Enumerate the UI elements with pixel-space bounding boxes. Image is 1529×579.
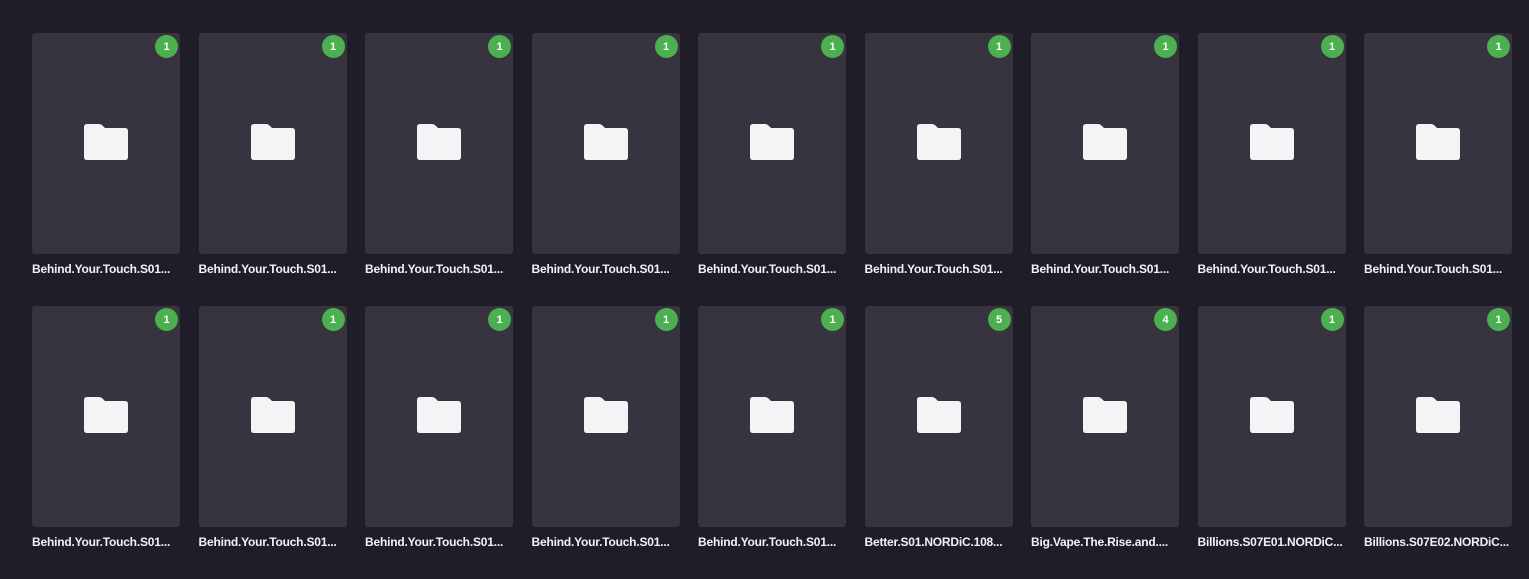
folder-grid: 1 Behind.Your.Touch.S01... 1 Behind.Your… — [32, 33, 1512, 579]
item-count-badge: 1 — [155, 35, 178, 58]
folder-icon — [750, 397, 794, 433]
folder-thumbnail[interactable]: 1 — [198, 306, 347, 527]
folder-item[interactable]: 1 Behind.Your.Touch.S01... — [198, 306, 347, 579]
folder-icon — [916, 397, 961, 433]
folder-name: Behind.Your.Touch.S01... — [531, 262, 670, 276]
item-count-badge: 1 — [1154, 35, 1177, 58]
folder-icon — [750, 124, 794, 160]
item-count-badge: 4 — [1154, 308, 1177, 331]
item-count-badge: 1 — [155, 308, 178, 331]
folder-thumbnail[interactable]: 1 — [198, 33, 347, 254]
folder-name: Billions.S07E01.NORDiC... — [1197, 535, 1343, 549]
folder-icon — [583, 397, 628, 433]
folder-icon — [1083, 124, 1127, 160]
folder-thumbnail[interactable]: 1 — [365, 306, 513, 527]
folder-icon — [250, 124, 295, 160]
folder-item[interactable]: 1 Behind.Your.Touch.S01... — [32, 33, 180, 306]
item-count-badge: 1 — [1487, 35, 1510, 58]
folder-name: Behind.Your.Touch.S01... — [198, 535, 337, 549]
folder-thumbnail[interactable]: 1 — [531, 306, 680, 527]
folder-thumbnail[interactable]: 1 — [32, 306, 180, 527]
folder-name: Behind.Your.Touch.S01... — [531, 535, 670, 549]
item-count-badge: 1 — [654, 35, 678, 58]
folder-item[interactable]: 1 Behind.Your.Touch.S01... — [32, 306, 180, 579]
item-count-badge: 1 — [321, 35, 345, 58]
folder-item[interactable]: 1 Behind.Your.Touch.S01... — [1197, 33, 1346, 306]
folder-icon — [84, 397, 128, 433]
item-count-badge: 1 — [1320, 35, 1344, 58]
folder-thumbnail[interactable]: 1 — [1031, 33, 1179, 254]
folder-item[interactable]: 1 Behind.Your.Touch.S01... — [531, 33, 680, 306]
folder-item[interactable]: 1 Behind.Your.Touch.S01... — [864, 33, 1013, 306]
folder-item[interactable]: 1 Billions.S07E01.NORDiC... — [1197, 306, 1346, 579]
folder-icon — [1416, 124, 1460, 160]
folder-thumbnail[interactable]: 1 — [531, 33, 680, 254]
folder-icon — [1249, 397, 1294, 433]
folder-name: Behind.Your.Touch.S01... — [32, 535, 171, 549]
folder-name: Behind.Your.Touch.S01... — [698, 262, 837, 276]
folder-name: Behind.Your.Touch.S01... — [864, 262, 1003, 276]
folder-thumbnail[interactable]: 1 — [698, 33, 846, 254]
folder-item[interactable]: 1 Behind.Your.Touch.S01... — [365, 306, 513, 579]
folder-icon — [1083, 397, 1127, 433]
item-count-badge: 1 — [488, 308, 511, 331]
folder-name: Behind.Your.Touch.S01... — [1197, 262, 1336, 276]
item-count-badge: 1 — [654, 308, 678, 331]
item-count-badge: 1 — [821, 35, 844, 58]
folder-icon — [417, 124, 461, 160]
item-count-badge: 1 — [1487, 308, 1510, 331]
folder-item[interactable]: 1 Behind.Your.Touch.S01... — [365, 33, 513, 306]
folder-thumbnail[interactable]: 1 — [1364, 33, 1512, 254]
folder-thumbnail[interactable]: 5 — [864, 306, 1013, 527]
folder-item[interactable]: 1 Billions.S07E02.NORDiC... — [1364, 306, 1512, 579]
folder-icon — [84, 124, 128, 160]
folder-item[interactable]: 1 Behind.Your.Touch.S01... — [1031, 33, 1179, 306]
folder-item[interactable]: 5 Better.S01.NORDiC.108... — [864, 306, 1013, 579]
folder-item[interactable]: 1 Behind.Your.Touch.S01... — [1364, 33, 1512, 306]
item-count-badge: 1 — [821, 308, 844, 331]
folder-name: Behind.Your.Touch.S01... — [32, 262, 171, 276]
folder-thumbnail[interactable]: 1 — [698, 306, 846, 527]
folder-thumbnail[interactable]: 1 — [1197, 33, 1346, 254]
folder-icon — [1416, 397, 1460, 433]
folder-name: Behind.Your.Touch.S01... — [198, 262, 337, 276]
folder-item[interactable]: 1 Behind.Your.Touch.S01... — [198, 33, 347, 306]
folder-thumbnail[interactable]: 1 — [32, 33, 180, 254]
item-count-badge: 1 — [1320, 308, 1344, 331]
item-count-badge: 1 — [488, 35, 511, 58]
folder-name: Better.S01.NORDiC.108... — [864, 535, 1003, 549]
folder-thumbnail[interactable]: 1 — [864, 33, 1013, 254]
folder-name: Behind.Your.Touch.S01... — [365, 535, 504, 549]
folder-name: Behind.Your.Touch.S01... — [365, 262, 504, 276]
folder-thumbnail[interactable]: 1 — [1197, 306, 1346, 527]
folder-name: Behind.Your.Touch.S01... — [1031, 262, 1170, 276]
folder-icon — [916, 124, 961, 160]
folder-item[interactable]: 4 Big.Vape.The.Rise.and.... — [1031, 306, 1179, 579]
folder-thumbnail[interactable]: 1 — [1364, 306, 1512, 527]
folder-item[interactable]: 1 Behind.Your.Touch.S01... — [698, 306, 846, 579]
folder-icon — [417, 397, 461, 433]
folder-name: Behind.Your.Touch.S01... — [1364, 262, 1503, 276]
folder-thumbnail[interactable]: 1 — [365, 33, 513, 254]
folder-name: Big.Vape.The.Rise.and.... — [1031, 535, 1169, 549]
folder-name: Billions.S07E02.NORDiC... — [1364, 535, 1510, 549]
folder-name: Behind.Your.Touch.S01... — [698, 535, 837, 549]
item-count-badge: 5 — [987, 308, 1011, 331]
folder-icon — [1249, 124, 1294, 160]
folder-icon — [250, 397, 295, 433]
folder-item[interactable]: 1 Behind.Your.Touch.S01... — [531, 306, 680, 579]
item-count-badge: 1 — [321, 308, 345, 331]
folder-thumbnail[interactable]: 4 — [1031, 306, 1179, 527]
folder-icon — [583, 124, 628, 160]
folder-item[interactable]: 1 Behind.Your.Touch.S01... — [698, 33, 846, 306]
item-count-badge: 1 — [987, 35, 1011, 58]
